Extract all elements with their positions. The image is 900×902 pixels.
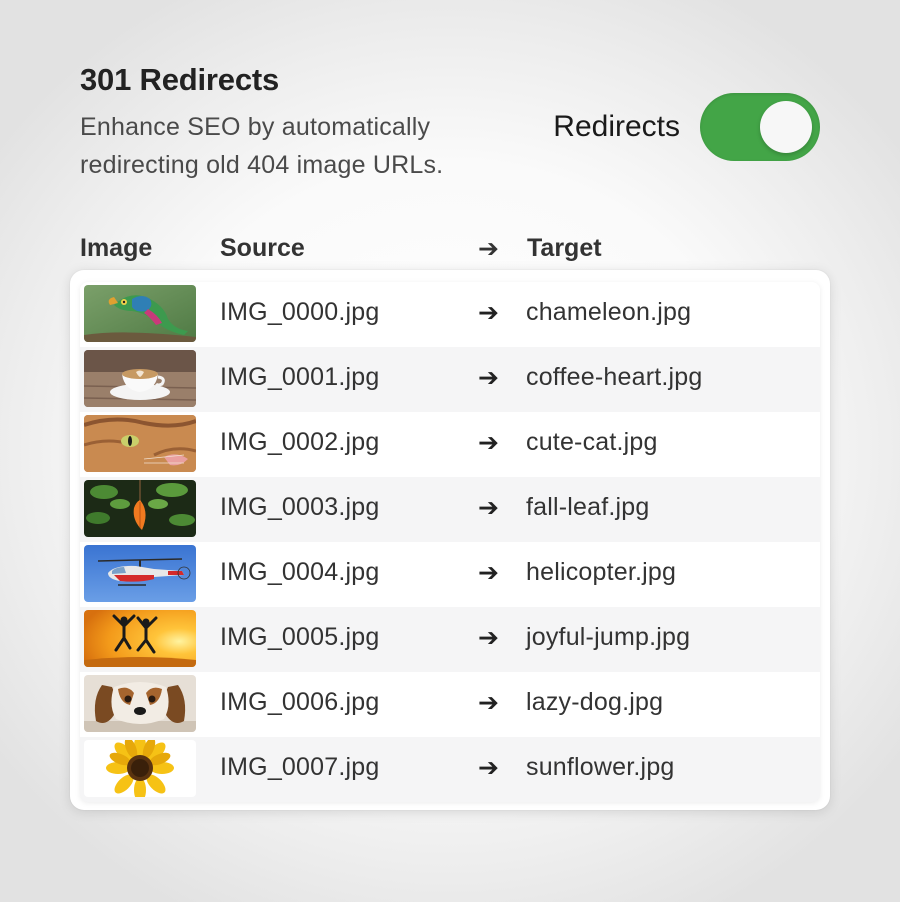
helicopter-thumbnail <box>84 545 196 602</box>
lazy-dog-thumbnail <box>84 675 196 732</box>
arrow-right-icon: ➔ <box>478 494 499 522</box>
target-filename: cute-cat.jpg <box>526 428 658 456</box>
target-filename: sunflower.jpg <box>526 753 675 781</box>
settings-header: 301 Redirects Enhance SEO by automatical… <box>80 60 840 190</box>
table-row[interactable]: IMG_0005.jpg ➔ joyful-jump.jpg <box>80 607 820 672</box>
target-filename: coffee-heart.jpg <box>526 363 703 391</box>
page-description: Enhance SEO by automatically redirecting… <box>80 113 444 179</box>
source-filename: IMG_0001.jpg <box>220 363 380 391</box>
joyful-jump-thumbnail <box>84 610 196 667</box>
arrow-right-icon: ➔ <box>478 364 499 392</box>
source-filename: IMG_0000.jpg <box>220 298 380 326</box>
table-row[interactable]: IMG_0006.jpg ➔ lazy-dog.jpg <box>80 672 820 737</box>
source-filename: IMG_0005.jpg <box>220 623 380 651</box>
column-header-source: Source <box>220 234 305 262</box>
arrow-right-icon: ➔ <box>478 429 499 457</box>
cute-cat-thumbnail <box>84 415 196 472</box>
fall-leaf-thumbnail <box>84 480 196 537</box>
arrow-right-icon: ➔ <box>478 689 499 717</box>
arrow-right-icon: ➔ <box>478 299 499 327</box>
source-filename: IMG_0004.jpg <box>220 558 380 586</box>
page-title: 301 Redirects <box>80 62 280 97</box>
redirects-table-card: IMG_0000.jpg ➔ chameleon.jpg IMG_0001.jp… <box>70 270 830 810</box>
source-filename: IMG_0002.jpg <box>220 428 380 456</box>
arrow-right-icon: ➔ <box>478 624 499 652</box>
redirects-toggle-group: Redirects <box>553 93 820 161</box>
column-header-arrow-icon: ➔ <box>478 235 499 263</box>
table-row[interactable]: IMG_0003.jpg ➔ fall-leaf.jpg <box>80 477 820 542</box>
redirects-table: IMG_0000.jpg ➔ chameleon.jpg IMG_0001.jp… <box>80 282 820 802</box>
source-filename: IMG_0007.jpg <box>220 753 380 781</box>
target-filename: helicopter.jpg <box>526 558 677 586</box>
coffee-heart-thumbnail <box>84 350 196 407</box>
table-row[interactable]: IMG_0004.jpg ➔ helicopter.jpg <box>80 542 820 607</box>
chameleon-thumbnail <box>84 285 196 342</box>
column-header-target: Target <box>527 234 602 262</box>
redirects-toggle[interactable] <box>700 93 820 161</box>
table-row[interactable]: IMG_0007.jpg ➔ sunflower.jpg <box>80 737 820 802</box>
redirects-toggle-label: Redirects <box>553 110 680 143</box>
arrow-right-icon: ➔ <box>478 754 499 782</box>
toggle-knob <box>760 101 812 153</box>
table-row[interactable]: IMG_0002.jpg ➔ cute-cat.jpg <box>80 412 820 477</box>
arrow-right-icon: ➔ <box>478 559 499 587</box>
table-row[interactable]: IMG_0001.jpg ➔ coffee-heart.jpg <box>80 347 820 412</box>
column-header-image: Image <box>80 234 153 262</box>
source-filename: IMG_0003.jpg <box>220 493 380 521</box>
sunflower-thumbnail <box>84 740 196 797</box>
target-filename: chameleon.jpg <box>526 298 692 326</box>
source-filename: IMG_0006.jpg <box>220 688 380 716</box>
target-filename: lazy-dog.jpg <box>526 688 664 716</box>
target-filename: fall-leaf.jpg <box>526 493 650 521</box>
table-row[interactable]: IMG_0000.jpg ➔ chameleon.jpg <box>80 282 820 347</box>
target-filename: joyful-jump.jpg <box>526 623 691 651</box>
table-header: Image Source ➔ Target <box>80 228 820 268</box>
